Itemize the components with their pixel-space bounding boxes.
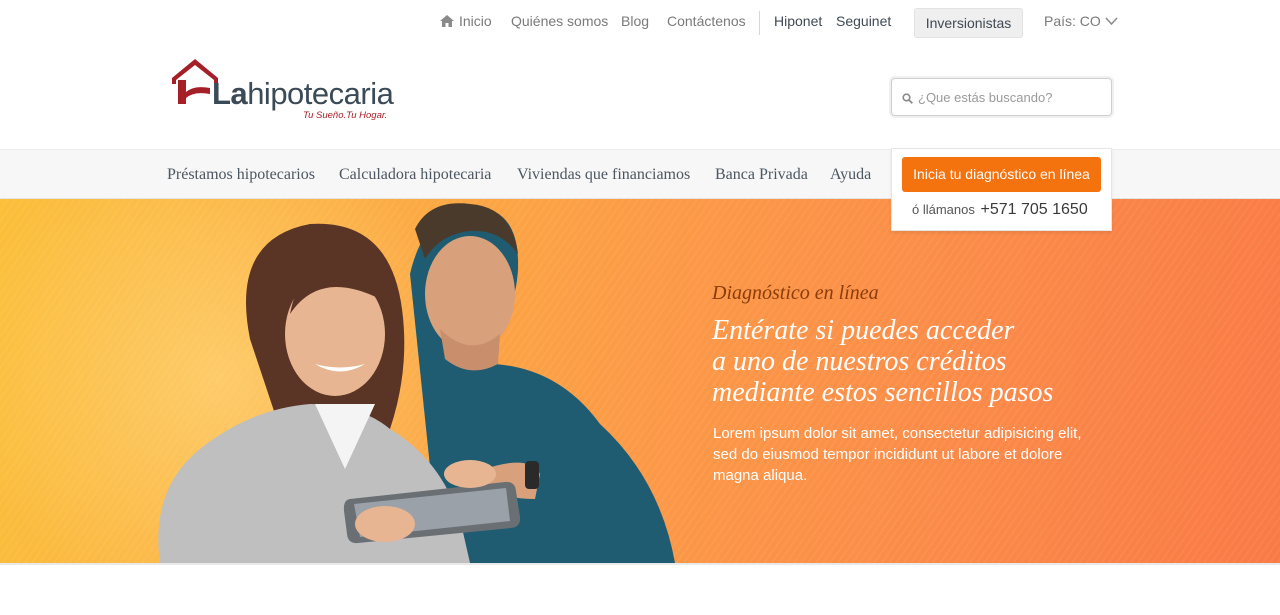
home-icon xyxy=(440,15,454,27)
hiponet-link[interactable]: Hiponet xyxy=(774,13,822,29)
couple-with-tablet-photo xyxy=(158,203,675,563)
hero-body-line: Lorem ipsum dolor sit amet, consectetur … xyxy=(713,425,1082,442)
contact-link[interactable]: Contáctenos xyxy=(667,13,746,29)
home-link[interactable]: Inicio xyxy=(440,13,492,29)
country-label: País: CO xyxy=(1044,13,1101,29)
seguinet-link[interactable]: Seguinet xyxy=(836,13,891,29)
hero-body-text: Lorem ipsum dolor sit amet, consectetur … xyxy=(713,423,1113,486)
logo-tagline: Tu Sueño.Tu Hogar. xyxy=(303,110,388,121)
top-bar: Inicio Quiénes somos Blog Contáctenos Hi… xyxy=(0,0,1280,46)
hero-banner: Diagnóstico en línea Entérate si puedes … xyxy=(0,199,1280,563)
hero-title-line: a uno de nuestros créditos xyxy=(712,346,1007,377)
country-selector[interactable]: País: CO xyxy=(1044,13,1118,29)
nav-item-mortgage-calculator[interactable]: Calculadora hipotecaria xyxy=(339,166,491,184)
section-divider xyxy=(0,563,1280,565)
logo-la-text: La xyxy=(212,76,248,111)
diagnosis-cta-panel: Inicia tu diagnóstico en línea ó llámano… xyxy=(891,148,1112,231)
nav-item-financed-homes[interactable]: Viviendas que financiamos xyxy=(517,166,690,184)
call-prefix: ó llámanos xyxy=(912,202,975,217)
search-box xyxy=(891,78,1112,116)
top-divider xyxy=(759,11,760,35)
logo-wordmark: Lahipotecaria xyxy=(212,76,394,111)
start-diagnosis-button[interactable]: Inicia tu diagnóstico en línea xyxy=(902,157,1101,192)
nav-item-mortgage-loans[interactable]: Préstamos hipotecarios xyxy=(167,166,315,184)
search-input[interactable] xyxy=(918,79,1108,115)
hero-body-line: sed do eiusmod tempor incididunt ut labo… xyxy=(713,446,1063,463)
search-icon xyxy=(902,93,913,104)
call-us-text: ó llámanos +571 705 1650 xyxy=(912,201,1088,219)
about-link[interactable]: Quiénes somos xyxy=(511,13,608,29)
chevron-down-icon xyxy=(1105,17,1118,26)
brand-logo[interactable]: Lahipotecaria Tu Sueño.Tu Hogar. xyxy=(172,58,394,124)
phone-number[interactable]: +571 705 1650 xyxy=(981,201,1088,218)
hero-title-line: Entérate si puedes acceder xyxy=(712,315,1015,346)
hero-title-line: mediante estos sencillos pasos xyxy=(712,377,1054,408)
hero-title: Entérate si puedes acceder a uno de nues… xyxy=(712,315,1132,408)
investors-button[interactable]: Inversionistas xyxy=(914,8,1023,38)
blog-link[interactable]: Blog xyxy=(621,13,649,29)
logo-brand-text: hipotecaria xyxy=(247,76,394,111)
home-link-label: Inicio xyxy=(459,13,492,29)
nav-item-private-banking[interactable]: Banca Privada xyxy=(715,166,808,184)
hero-kicker: Diagnóstico en línea xyxy=(712,282,879,304)
nav-item-help[interactable]: Ayuda xyxy=(830,166,871,184)
hero-body-line: magna aliqua. xyxy=(713,467,808,484)
